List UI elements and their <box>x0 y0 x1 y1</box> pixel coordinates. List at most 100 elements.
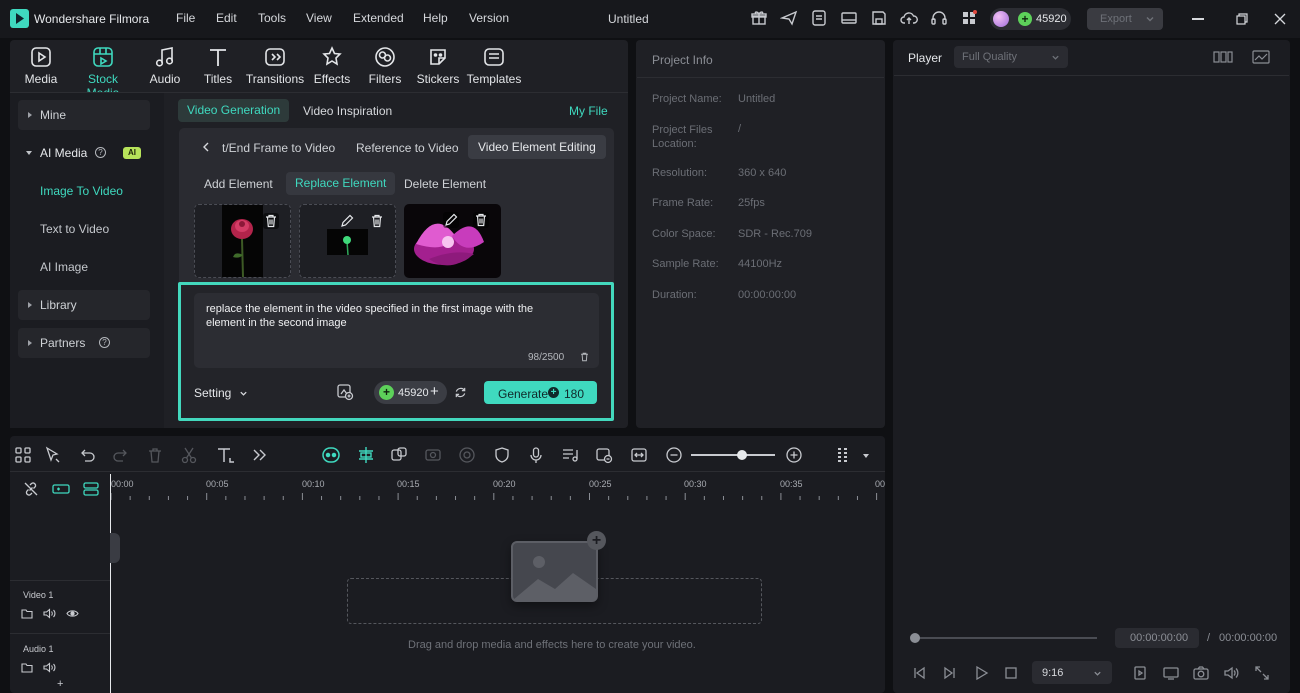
mark-in-icon[interactable] <box>1132 665 1148 681</box>
audio-mix-icon[interactable] <box>561 446 579 464</box>
aspect-ratio-dropdown[interactable]: 9:16 <box>1032 661 1112 684</box>
clear-trash-icon[interactable] <box>579 351 590 363</box>
tab-effects[interactable]: Effects <box>302 44 362 90</box>
help-icon[interactable]: ? <box>99 337 110 348</box>
document-icon[interactable] <box>810 9 830 29</box>
tab-templates[interactable]: Templates <box>464 44 524 90</box>
snapshot-camera-icon[interactable] <box>1193 665 1209 681</box>
sidebar-item-image-to-video[interactable]: Image To Video <box>40 184 123 198</box>
fit-width-icon[interactable] <box>630 446 648 464</box>
tab-audio[interactable]: Audio <box>135 44 195 90</box>
my-file-link[interactable]: My File <box>569 104 608 118</box>
timeline-playhead[interactable] <box>110 474 111 693</box>
tab-stock-media[interactable]: Stock Media <box>71 44 135 100</box>
tab-transitions[interactable]: Transitions <box>244 44 306 90</box>
mode-tab-video-element-editing[interactable]: Video Element Editing <box>468 135 606 159</box>
restore-button[interactable] <box>1236 13 1248 25</box>
zoom-in-icon[interactable] <box>785 446 803 464</box>
menu-edit[interactable]: Edit <box>216 11 237 25</box>
tab-stickers[interactable]: Stickers <box>408 44 468 90</box>
menu-extended[interactable]: Extended <box>353 11 404 25</box>
add-audio-track-icon[interactable] <box>82 481 100 497</box>
apps-grid-icon[interactable] <box>960 9 980 29</box>
credit-balance-pill[interactable]: + 45920 + <box>374 381 447 404</box>
menu-version[interactable]: Version <box>469 11 509 25</box>
setting-dropdown[interactable]: Setting <box>194 386 231 400</box>
ai-image-settings-icon[interactable] <box>336 383 354 401</box>
mask-thumbnail[interactable] <box>299 204 396 278</box>
edit-pencil-icon[interactable] <box>339 213 355 229</box>
stabilize-icon[interactable] <box>458 446 476 464</box>
shield-icon[interactable] <box>493 446 511 464</box>
waveform-icon[interactable] <box>1252 49 1270 65</box>
next-frame-icon[interactable] <box>942 665 958 681</box>
tab-video-inspiration[interactable]: Video Inspiration <box>303 104 392 118</box>
sidebar-item-text-to-video[interactable]: Text to Video <box>40 222 109 236</box>
menu-tools[interactable]: Tools <box>258 11 286 25</box>
trash-icon[interactable] <box>473 212 489 228</box>
minimize-button[interactable] <box>1192 18 1204 20</box>
grid-view-icon[interactable] <box>1213 49 1233 65</box>
fullscreen-icon[interactable] <box>1254 665 1270 681</box>
text-tool-icon[interactable] <box>216 446 234 464</box>
zoom-slider-handle[interactable] <box>737 450 747 460</box>
tab-media[interactable]: Media <box>11 44 71 90</box>
menu-view[interactable]: View <box>306 11 332 25</box>
menu-file[interactable]: File <box>176 11 195 25</box>
undo-icon[interactable] <box>78 446 96 464</box>
prompt-textarea[interactable]: replace the element in the video specifi… <box>194 293 599 368</box>
more-tools-icon[interactable] <box>250 446 268 464</box>
tab-filters[interactable]: Filters <box>355 44 415 90</box>
headset-icon[interactable] <box>930 9 950 29</box>
sidebar-item-mine[interactable]: Mine <box>18 100 150 130</box>
help-icon[interactable]: ? <box>95 147 106 158</box>
layout-grid-icon[interactable] <box>14 446 32 464</box>
redo-icon[interactable] <box>112 446 130 464</box>
auto-reframe-icon[interactable] <box>390 446 408 464</box>
zoom-out-icon[interactable] <box>665 446 683 464</box>
add-credits-icon[interactable]: + <box>430 383 439 400</box>
cut-scissors-icon[interactable] <box>180 446 198 464</box>
delete-icon[interactable] <box>146 446 164 464</box>
display-icon[interactable] <box>1163 665 1179 681</box>
trash-icon[interactable] <box>263 213 279 229</box>
close-button[interactable] <box>1274 13 1286 25</box>
prev-frame-icon[interactable] <box>911 665 927 681</box>
replace-clip-icon[interactable] <box>595 446 613 464</box>
playback-track[interactable] <box>914 637 1097 639</box>
mode-tab-end-frame[interactable]: t/End Frame to Video <box>222 141 335 155</box>
cloud-upload-icon[interactable] <box>900 9 920 29</box>
quality-dropdown[interactable]: Full Quality <box>954 46 1068 68</box>
edit-pencil-icon[interactable] <box>443 212 459 228</box>
playhead-handle[interactable] <box>910 633 920 643</box>
ai-robot-icon[interactable] <box>321 446 340 464</box>
track-options-icon[interactable] <box>834 446 852 464</box>
sidebar-item-partners[interactable]: Partners ? <box>18 328 150 358</box>
edit-tab-delete-element[interactable]: Delete Element <box>404 177 486 191</box>
microphone-icon[interactable] <box>527 446 545 464</box>
menu-help[interactable]: Help <box>423 11 448 25</box>
edit-tab-replace-element[interactable]: Replace Element <box>286 172 396 195</box>
speaker-icon[interactable] <box>43 662 56 673</box>
track-resize-handle[interactable] <box>110 533 120 563</box>
send-icon[interactable] <box>780 9 800 29</box>
mode-tab-reference[interactable]: Reference to Video <box>356 141 459 155</box>
play-icon[interactable] <box>973 665 989 681</box>
save-icon[interactable] <box>870 9 890 29</box>
folder-icon[interactable] <box>21 662 33 673</box>
replacement-image-thumbnail[interactable] <box>404 204 501 278</box>
snap-icon[interactable] <box>356 446 374 464</box>
gift-icon[interactable] <box>750 9 770 29</box>
link-icon[interactable] <box>23 481 39 497</box>
layout-icon[interactable] <box>840 9 860 29</box>
transition-effect-icon[interactable] <box>424 446 442 464</box>
trash-icon[interactable] <box>369 213 385 229</box>
speaker-icon[interactable] <box>43 608 56 619</box>
volume-icon[interactable] <box>1223 665 1239 681</box>
chevron-down-icon[interactable] <box>862 452 870 460</box>
source-video-thumbnail[interactable] <box>194 204 291 278</box>
credits-pill[interactable]: + 45920 <box>990 8 1071 30</box>
zoom-slider-track[interactable] <box>691 454 775 456</box>
folder-icon[interactable] <box>21 608 33 619</box>
generate-button[interactable]: Generate + 180 <box>484 381 597 404</box>
